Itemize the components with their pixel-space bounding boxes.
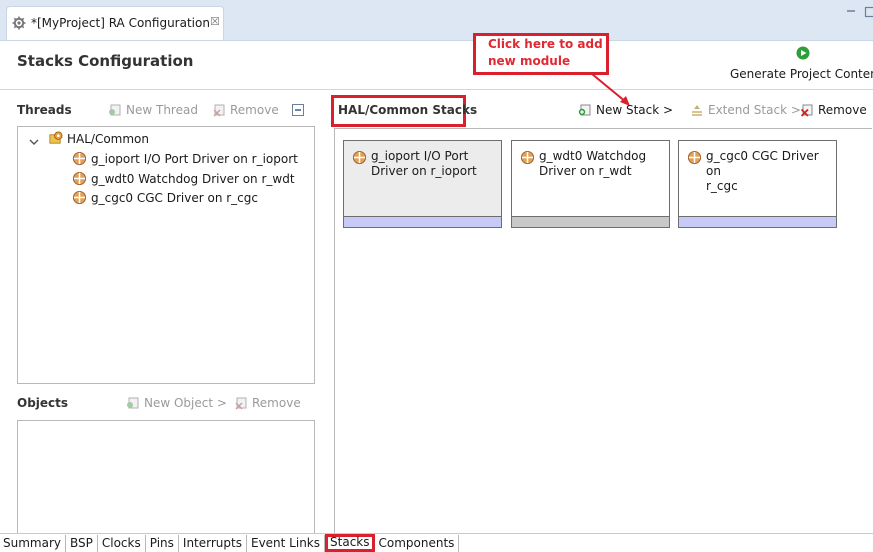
module-title: g_ioport I/O Port <box>371 149 477 164</box>
objects-panel <box>17 420 315 538</box>
remove-thread-button[interactable]: Remove <box>212 103 279 117</box>
module-status-bar <box>512 216 669 227</box>
config-tabs: Summary BSP Clocks Pins Interrupts Event… <box>0 533 873 552</box>
close-tab-icon[interactable]: ☒ <box>210 15 220 28</box>
stack-module-icon <box>72 151 87 166</box>
callout-text: Click here to add new module <box>488 36 608 70</box>
page-title: Stacks Configuration <box>17 52 193 70</box>
stack-module-ioport[interactable]: g_ioport I/O Port Driver on r_ioport <box>343 140 502 228</box>
remove-object-label: Remove <box>252 396 301 410</box>
gear-icon <box>12 16 26 30</box>
new-object-label: New Object > <box>144 396 227 410</box>
module-subtitle: r_cgc <box>706 179 830 194</box>
objects-title: Objects <box>17 396 68 410</box>
module-title: g_cgc0 CGC Driver on <box>706 149 830 179</box>
tab-bsp[interactable]: BSP <box>66 535 98 552</box>
editor-tab-title: *[MyProject] RA Configuration <box>31 16 210 30</box>
remove-icon <box>800 103 814 117</box>
stack-module-icon <box>687 150 702 165</box>
new-object-button[interactable]: New Object > <box>126 396 227 410</box>
tree-item-label: g_cgc0 CGC Driver on r_cgc <box>91 191 258 205</box>
module-subtitle: Driver on r_wdt <box>539 164 646 179</box>
module-status-bar <box>344 216 501 227</box>
stacks-title: HAL/Common Stacks <box>338 103 477 117</box>
tree-item-module[interactable]: g_cgc0 CGC Driver on r_cgc <box>72 190 258 205</box>
tree-item-module[interactable]: g_ioport I/O Port Driver on r_ioport <box>72 151 298 166</box>
tab-stacks[interactable]: Stacks <box>325 534 374 552</box>
new-stack-label: New Stack > <box>596 103 673 117</box>
stack-module-cgc[interactable]: g_cgc0 CGC Driver on r_cgc <box>678 140 837 228</box>
stack-module-icon <box>520 150 535 165</box>
tree-item-label: g_ioport I/O Port Driver on r_ioport <box>91 152 298 166</box>
generate-project-content-button[interactable]: Generate Project Content <box>730 67 873 81</box>
remove-object-button[interactable]: Remove <box>234 396 301 410</box>
new-object-icon <box>126 396 140 410</box>
tab-components[interactable]: Components <box>375 535 460 552</box>
remove-thread-label: Remove <box>230 103 279 117</box>
tab-clocks[interactable]: Clocks <box>98 535 146 552</box>
remove-stack-label: Remove <box>818 103 867 117</box>
tab-pins[interactable]: Pins <box>146 535 179 552</box>
maximize-icon[interactable] <box>864 6 873 18</box>
extend-stack-icon <box>690 103 704 117</box>
module-title: g_wdt0 Watchdog <box>539 149 646 164</box>
collapse-icon[interactable] <box>292 104 304 116</box>
tree-item-hal-common[interactable]: HAL/Common <box>48 131 149 146</box>
new-thread-label: New Thread <box>126 103 198 117</box>
stack-module-icon <box>72 190 87 205</box>
remove-icon <box>212 103 226 117</box>
tree-item-label: g_wdt0 Watchdog Driver on r_wdt <box>91 172 295 186</box>
tab-interrupts[interactable]: Interrupts <box>179 535 247 552</box>
new-stack-icon <box>578 103 592 117</box>
tab-event-links[interactable]: Event Links <box>247 535 325 552</box>
editor-tab-ra-configuration[interactable]: *[MyProject] RA Configuration ☒ <box>6 6 224 40</box>
remove-icon <box>234 396 248 410</box>
thread-folder-icon <box>48 131 63 146</box>
header-divider <box>0 89 873 90</box>
tree-item-label: HAL/Common <box>67 132 149 146</box>
stack-module-icon <box>72 171 87 186</box>
new-stack-button[interactable]: New Stack > <box>578 103 673 117</box>
tab-summary[interactable]: Summary <box>0 535 66 552</box>
stack-module-icon <box>352 150 367 165</box>
remove-stack-button[interactable]: Remove <box>800 103 867 117</box>
minimize-icon[interactable] <box>845 6 857 18</box>
threads-title: Threads <box>17 103 72 117</box>
module-subtitle: Driver on r_ioport <box>371 164 477 179</box>
stack-module-wdt[interactable]: g_wdt0 Watchdog Driver on r_wdt <box>511 140 670 228</box>
extend-stack-button[interactable]: Extend Stack > <box>690 103 801 117</box>
new-thread-icon <box>108 103 122 117</box>
generate-icon[interactable] <box>796 46 810 60</box>
new-thread-button[interactable]: New Thread <box>108 103 198 117</box>
module-status-bar <box>679 216 836 227</box>
extend-stack-label: Extend Stack > <box>708 103 801 117</box>
tree-item-module[interactable]: g_wdt0 Watchdog Driver on r_wdt <box>72 171 295 186</box>
chevron-down-icon[interactable] <box>29 137 39 147</box>
